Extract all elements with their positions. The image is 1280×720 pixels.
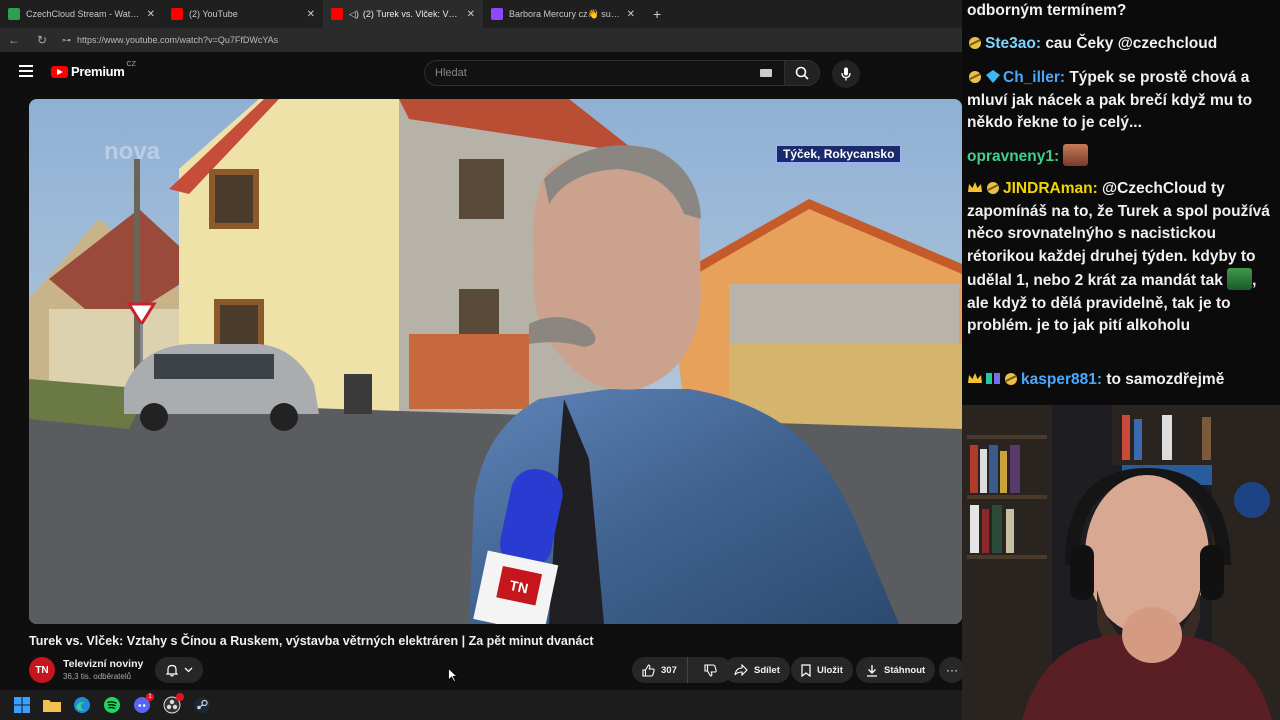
thumbs-down-icon (704, 663, 717, 677)
chat-message-text: to samozdřejmě (1106, 371, 1225, 388)
recording-badge (176, 693, 184, 701)
search-input[interactable] (435, 67, 760, 79)
spotify-icon[interactable] (102, 695, 122, 715)
search-box (424, 60, 784, 86)
browser-window: CzechCloud Stream - Watch Live o ✕ (2) Y… (0, 0, 965, 690)
like-dislike-group: 307 (632, 657, 732, 683)
czechcloud-favicon-icon (8, 8, 20, 20)
youtube-header: Premium CZ (0, 52, 962, 94)
screen: CzechCloud Stream - Watch Live o ✕ (2) Y… (0, 0, 1280, 720)
chat-username[interactable]: kasper881: (1021, 371, 1102, 388)
steam-icon[interactable] (192, 695, 212, 715)
sub-badge-icon (987, 182, 999, 194)
chat-message: Ch_iller: Týpek se prostě chová a mluví … (967, 67, 1275, 135)
save-button[interactable]: Uložit (791, 657, 853, 683)
new-tab-button[interactable]: + (643, 0, 671, 28)
bell-icon (165, 664, 178, 677)
crown-badge-icon (968, 373, 982, 383)
chat-message: JINDRAman: @CzechCloud ty zapomínáš na t… (967, 178, 1275, 338)
twitch-favicon-icon (491, 8, 503, 20)
diamond-badge-icon (986, 70, 1000, 83)
tab-turek-vs-vlcek[interactable]: ◁) (2) Turek vs. Vlček: Vztahy s Čí ✕ (323, 0, 483, 28)
keyboard-icon[interactable] (760, 69, 772, 77)
tab-czechcloud[interactable]: CzechCloud Stream - Watch Live o ✕ (0, 0, 163, 28)
chat-message: odborným termínem? (967, 0, 1275, 23)
tab-bar: CzechCloud Stream - Watch Live o ✕ (2) Y… (0, 0, 962, 28)
like-button[interactable]: 307 (632, 657, 688, 683)
tab-youtube[interactable]: (2) YouTube ✕ (163, 0, 323, 28)
voice-search-button[interactable] (832, 60, 860, 88)
chevron-down-icon (184, 667, 192, 673)
windows-start-icon[interactable] (12, 695, 32, 715)
chat-username[interactable]: JINDRAman: (1003, 180, 1098, 197)
mouse-cursor-icon (448, 668, 458, 682)
webcam-image (962, 405, 1280, 720)
video-player[interactable]: TN nova (29, 99, 962, 624)
youtube-play-icon (51, 65, 68, 78)
chat-message-text: cau Čeky @czechcloud (1045, 35, 1218, 52)
address-bar: ← ↻ ⊶ https://www.youtube.com/watch?v=Qu… (0, 28, 962, 52)
youtube-premium-logo[interactable]: Premium CZ (51, 61, 136, 79)
url-text: https://www.youtube.com/watch?v=Qu7FfDWc… (77, 35, 279, 45)
url-field[interactable]: ⊶ https://www.youtube.com/watch?v=Qu7FfD… (56, 31, 954, 49)
youtube-favicon-icon (171, 8, 183, 20)
face-emote-icon (1063, 144, 1089, 166)
download-button[interactable]: Stáhnout (856, 657, 936, 683)
speaker-icon[interactable]: ◁) (349, 9, 359, 20)
thumbs-up-icon (642, 663, 655, 677)
chat-username[interactable]: opravneny1: (967, 148, 1059, 165)
frog-emote-icon (1227, 268, 1253, 290)
obs-icon[interactable] (162, 693, 184, 715)
windows-taskbar: 1 (0, 690, 962, 720)
crown-badge-icon (968, 182, 982, 192)
close-tab-icon[interactable]: ✕ (627, 9, 635, 20)
dislike-button[interactable] (694, 657, 727, 683)
sub-badge-icon (1005, 373, 1017, 385)
download-icon (867, 664, 877, 677)
site-info-icon[interactable]: ⊶ (62, 35, 71, 46)
close-tab-icon[interactable]: ✕ (467, 9, 475, 20)
svg-text:nova: nova (104, 138, 161, 165)
channel-row: TN Televizní noviny 36,3 tis. odběratelů… (29, 655, 965, 685)
subscriber-count: 36,3 tis. odběratelů (63, 672, 132, 681)
share-button[interactable]: Sdílet (724, 657, 790, 683)
sub-badge-icon (969, 71, 981, 83)
chat-username[interactable]: Ch_iller: (1003, 69, 1065, 86)
chat-message: kasper881: to samozdřejmě (967, 369, 1275, 392)
chat-message-text: odborným termínem? (967, 2, 1127, 19)
sub-badge-icon (969, 37, 981, 49)
video-frame-image: TN nova (29, 99, 962, 624)
close-tab-icon[interactable]: ✕ (307, 9, 315, 20)
file-explorer-icon[interactable] (42, 695, 62, 715)
search-icon (795, 66, 809, 80)
channel-avatar[interactable]: TN (29, 657, 55, 683)
reload-icon[interactable]: ↻ (28, 33, 56, 47)
chat-username[interactable]: Ste3ao: (985, 35, 1041, 52)
search-button[interactable] (784, 60, 820, 86)
channel-name[interactable]: Televizní noviny (63, 658, 143, 670)
chat-message: Ste3ao: cau Čeky @czechcloud (967, 33, 1275, 56)
notification-badge: 1 (146, 693, 154, 701)
bits-badge-icon (986, 373, 1000, 384)
chat-message: opravneny1: (967, 144, 1275, 169)
stream-chat-panel: odborným termínem? Ste3ao: cau Čeky @cze… (962, 0, 1280, 405)
video-title: Turek vs. Vlček: Vztahy s Čínou a Ruskem… (29, 634, 594, 648)
hamburger-menu-icon[interactable] (19, 65, 33, 77)
like-count: 307 (661, 664, 677, 676)
bookmark-icon (801, 663, 811, 677)
notification-bell-button[interactable] (155, 657, 203, 683)
youtube-favicon-icon (331, 8, 343, 20)
close-tab-icon[interactable]: ✕ (147, 9, 155, 20)
microphone-icon (841, 67, 851, 81)
discord-icon[interactable]: 1 (132, 693, 154, 715)
back-icon[interactable]: ← (0, 33, 28, 47)
streamer-webcam (962, 405, 1280, 720)
share-icon (734, 664, 748, 676)
tab-barbora-mercury[interactable]: Barbora Mercury cz👋 su na platfo ✕ (483, 0, 643, 28)
edge-browser-icon[interactable] (72, 695, 92, 715)
video-location-caption: Týček, Rokycansko (776, 145, 902, 163)
